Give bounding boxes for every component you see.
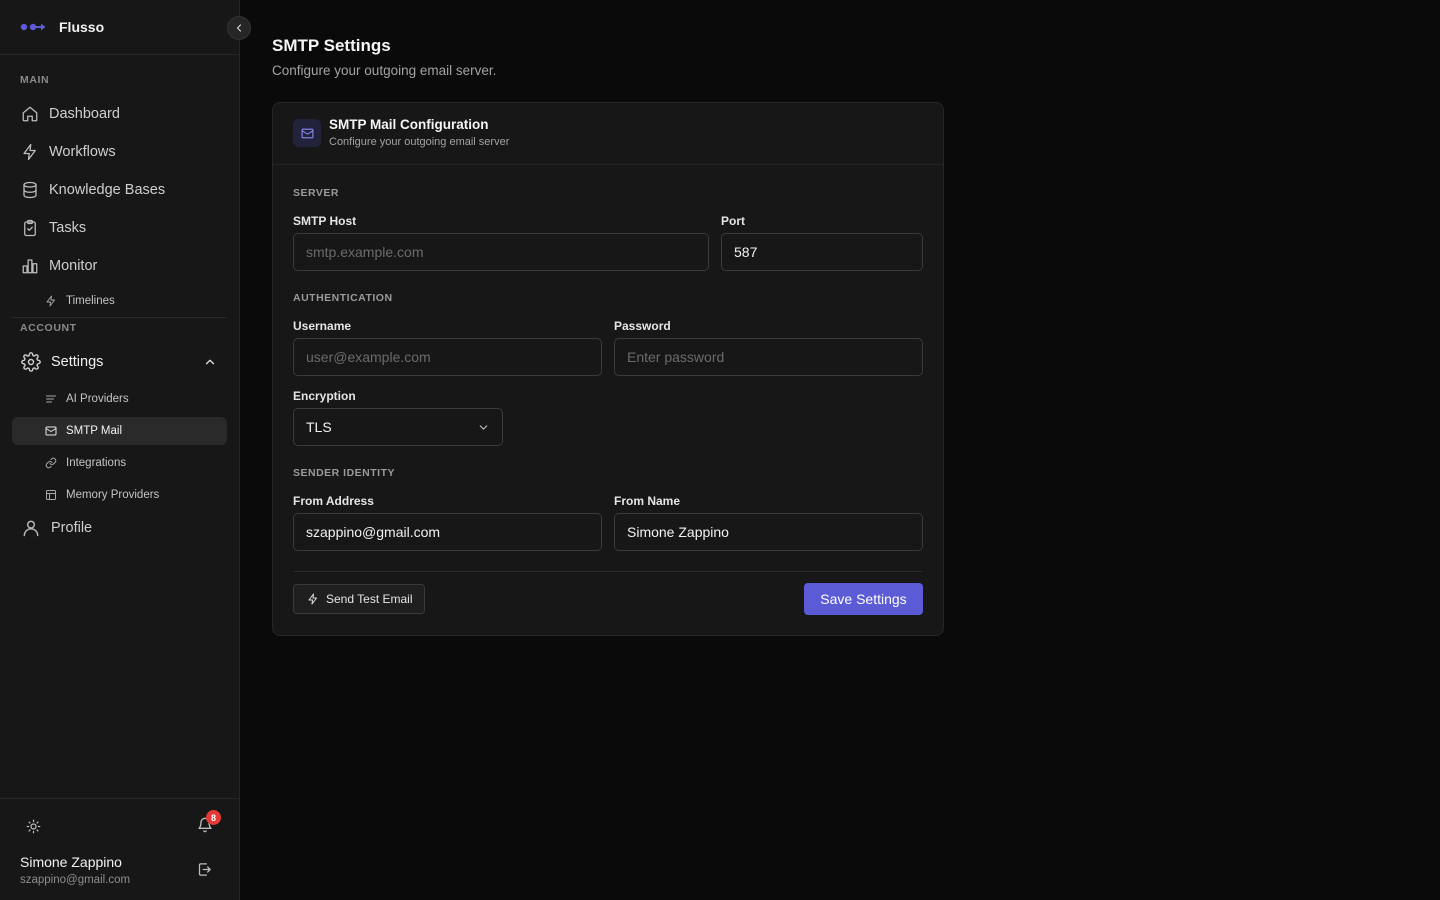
mail-icon: [293, 119, 321, 147]
sidebar-item-label: Tasks: [49, 220, 87, 236]
from-name-input[interactable]: [614, 513, 923, 551]
table-icon: [45, 489, 57, 501]
clipboard-check-icon: [21, 219, 39, 237]
from-address-input[interactable]: [293, 513, 602, 551]
sidebar-item-dashboard[interactable]: Dashboard: [12, 97, 227, 131]
mail-icon: [45, 425, 57, 437]
sidebar-item-smtp-mail[interactable]: SMTP Mail: [12, 417, 227, 445]
save-settings-button[interactable]: Save Settings: [804, 583, 923, 615]
card-header: SMTP Mail Configuration Configure your o…: [273, 103, 943, 165]
brand-name: Flusso: [59, 19, 105, 35]
sidebar: Flusso MAIN Dashboard Workflows Knowledg…: [0, 0, 240, 900]
sidebar-item-memory-providers[interactable]: Memory Providers: [12, 481, 227, 509]
encryption-select[interactable]: TLS: [293, 408, 503, 446]
brand[interactable]: Flusso: [0, 0, 239, 55]
notification-badge: 8: [206, 810, 221, 825]
section-label-main: MAIN: [20, 74, 50, 86]
group-label-sender-identity: SENDER IDENTITY: [293, 467, 396, 479]
list-icon: [45, 393, 57, 405]
group-label-authentication: AUTHENTICATION: [293, 292, 393, 304]
chevron-up-icon[interactable]: [203, 355, 217, 369]
username-input[interactable]: [293, 338, 602, 376]
sidebar-item-label: Profile: [51, 520, 93, 536]
from-name-label: From Name: [614, 494, 681, 508]
sidebar-item-integrations[interactable]: Integrations: [12, 449, 227, 477]
collapse-sidebar-button[interactable]: [227, 16, 251, 40]
flusso-logo-icon: [20, 21, 48, 33]
sidebar-item-tasks[interactable]: Tasks: [12, 211, 227, 245]
bar-chart-icon: [21, 257, 39, 275]
username-label: Username: [293, 319, 352, 333]
group-label-server: SERVER: [293, 187, 339, 199]
password-input[interactable]: [614, 338, 923, 376]
sidebar-item-label: Workflows: [49, 144, 116, 160]
sidebar-item-monitor[interactable]: Monitor: [12, 249, 227, 283]
sidebar-item-label: AI Providers: [66, 393, 129, 405]
encryption-value: TLS: [306, 419, 332, 435]
chevron-left-icon: [233, 22, 245, 34]
gear-icon: [21, 352, 41, 372]
port-input[interactable]: [721, 233, 923, 271]
sidebar-item-settings[interactable]: Settings: [12, 345, 227, 379]
user-icon: [21, 518, 41, 538]
page-title: SMTP Settings: [272, 36, 391, 55]
sidebar-item-knowledge-bases[interactable]: Knowledge Bases: [12, 173, 227, 207]
section-label-account: ACCOUNT: [20, 322, 77, 334]
send-test-email-label: Send Test Email: [326, 592, 413, 606]
lightning-icon: [307, 593, 319, 605]
smtp-host-label: SMTP Host: [293, 214, 357, 228]
sidebar-item-label: SMTP Mail: [66, 425, 123, 437]
card-title: SMTP Mail Configuration: [329, 117, 489, 132]
database-icon: [21, 181, 39, 199]
sidebar-item-ai-providers[interactable]: AI Providers: [12, 385, 227, 413]
sidebar-item-label: Timelines: [66, 295, 115, 307]
sidebar-item-timelines[interactable]: Timelines: [12, 287, 227, 315]
lightning-icon: [21, 143, 39, 161]
user-name: Simone Zappino: [20, 854, 122, 870]
sidebar-footer: 8 Simone Zappino szappino@gmail.com: [0, 798, 239, 900]
logout-icon[interactable]: [197, 862, 212, 877]
card-footer-divider: [293, 571, 923, 572]
sidebar-item-label: Integrations: [66, 457, 127, 469]
home-icon: [21, 105, 39, 123]
sidebar-item-profile[interactable]: Profile: [12, 511, 227, 545]
page-subtitle: Configure your outgoing email server.: [272, 63, 497, 78]
sidebar-item-workflows[interactable]: Workflows: [12, 135, 227, 169]
lightning-icon: [45, 295, 57, 307]
port-label: Port: [721, 214, 745, 228]
sidebar-item-label: Settings: [51, 354, 104, 370]
user-email: szappino@gmail.com: [20, 874, 131, 886]
smtp-host-input[interactable]: [293, 233, 709, 271]
sidebar-item-label: Dashboard: [49, 106, 120, 122]
sidebar-item-label: Monitor: [49, 258, 98, 274]
sidebar-divider: [12, 317, 227, 318]
card-description: Configure your outgoing email server: [329, 136, 510, 148]
sidebar-item-label: Knowledge Bases: [49, 182, 166, 198]
from-address-label: From Address: [293, 494, 374, 508]
password-label: Password: [614, 319, 671, 333]
sidebar-item-label: Memory Providers: [66, 489, 160, 501]
chevron-down-icon: [477, 421, 490, 434]
smtp-config-card: SMTP Mail Configuration Configure your o…: [272, 102, 944, 636]
link-icon: [45, 457, 57, 469]
encryption-label: Encryption: [293, 389, 356, 403]
sun-icon[interactable]: [26, 819, 41, 834]
send-test-email-button[interactable]: Send Test Email: [293, 584, 425, 614]
